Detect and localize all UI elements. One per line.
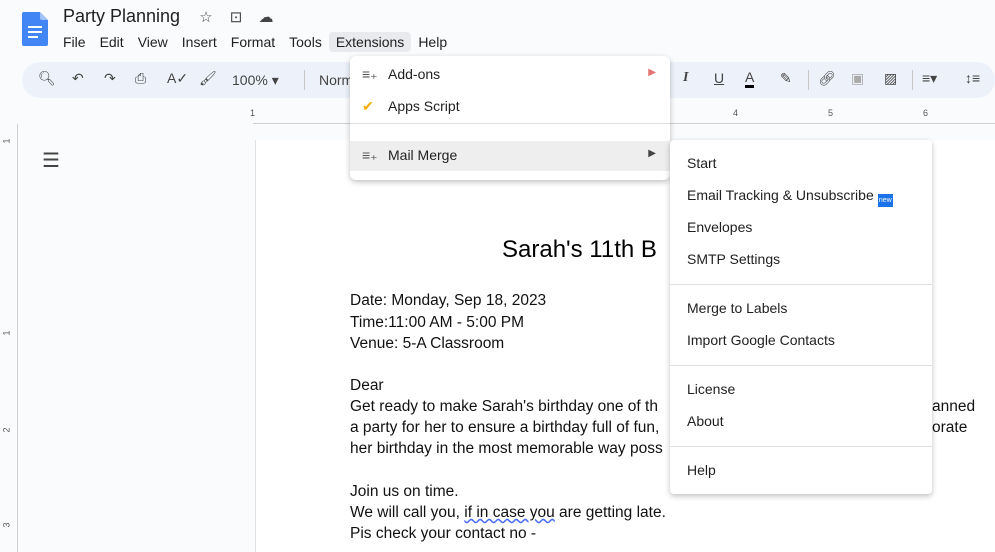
zoom-value: 100% — [232, 72, 268, 88]
submenu-item-smtp-settings[interactable]: SMTP Settings — [687, 251, 780, 267]
menu-edit[interactable]: Edit — [93, 32, 131, 52]
vertical-ruler[interactable] — [0, 124, 18, 552]
paragraph-style-select[interactable]: Norm — [319, 72, 353, 88]
menu-divider — [670, 365, 932, 366]
ruler-number: 4 — [733, 108, 739, 118]
italic-icon[interactable]: I — [683, 70, 688, 86]
menu-help[interactable]: Help — [411, 32, 454, 52]
menu-view[interactable]: View — [131, 32, 175, 52]
doc-paragraph-line: Get ready to make Sarah's birthday one o… — [350, 398, 658, 415]
vruler-number: 2 — [1, 427, 12, 433]
star-icon[interactable]: ☆ — [196, 8, 216, 26]
doc-call-post: are getting late. — [554, 504, 666, 521]
menu-insert[interactable]: Insert — [175, 32, 224, 52]
menu-file[interactable]: File — [56, 32, 93, 52]
ruler-number: 5 — [828, 108, 834, 118]
menu-divider — [670, 446, 932, 447]
submenu-item-start[interactable]: Start — [687, 155, 717, 171]
move-folder-icon[interactable]: ⊡ — [226, 8, 246, 26]
menu-item-label: Mail Merge — [388, 147, 458, 163]
submenu-item-envelopes[interactable]: Envelopes — [687, 219, 752, 235]
redo-icon[interactable]: ↷ — [104, 70, 116, 87]
doc-venue: Venue: 5-A Classroom — [350, 335, 505, 352]
submenu-item-license[interactable]: License — [687, 381, 735, 397]
doc-call-line: We will call you, if in case you are get… — [350, 504, 666, 522]
chevron-right-icon: ▶ — [648, 67, 656, 78]
doc-call-pre: We will call you, — [350, 504, 465, 521]
zoom-select[interactable]: 100% ▾ — [232, 72, 279, 89]
docs-logo-icon[interactable] — [22, 12, 48, 46]
menu-format[interactable]: Format — [224, 32, 282, 52]
submenu-item-about[interactable]: About — [687, 413, 724, 429]
undo-icon[interactable]: ↶ — [72, 70, 84, 87]
menu-item-label: Apps Script — [388, 98, 460, 114]
menu-item-apps-script[interactable]: ✔ Apps Script — [350, 92, 670, 122]
menu-item-mail-merge[interactable]: ≡₊ Mail Merge ▶ — [350, 141, 670, 171]
submenu-item-help[interactable]: Help — [687, 462, 716, 478]
vruler-number: 1 — [1, 330, 12, 336]
menu-tools[interactable]: Tools — [282, 32, 329, 52]
doc-dear: Dear — [350, 377, 384, 394]
underline-icon[interactable]: U — [714, 70, 724, 86]
apps-script-icon: ✔ — [362, 98, 374, 114]
print-icon[interactable]: ⎙ — [135, 70, 146, 87]
menu-extensions[interactable]: Extensions — [328, 32, 412, 52]
search-icon[interactable]: 🔍︎ — [38, 70, 56, 87]
doc-join: Join us on time. — [350, 483, 459, 500]
doc-contact: Pis check your contact no - — [350, 525, 537, 542]
submenu-item-label: Email Tracking & Unsubscribe — [687, 187, 874, 203]
submenu-item-email-tracking[interactable]: Email Tracking & Unsubscribe new — [687, 187, 893, 207]
menu-divider — [670, 284, 932, 285]
doc-paragraph-line-end: anned — [932, 398, 976, 415]
line-spacing-icon[interactable]: ↕≡ — [965, 70, 980, 86]
align-icon[interactable]: ≡▾ — [922, 70, 937, 87]
submenu-item-import-contacts[interactable]: Import Google Contacts — [687, 332, 835, 348]
vruler-number: 1 — [1, 138, 12, 144]
doc-call-flagged[interactable]: if in case you — [464, 504, 554, 521]
add-ons-icon: ≡₊ — [362, 66, 378, 82]
menu-bar: File Edit View Insert Format Tools Exten… — [56, 32, 454, 52]
doc-date: Date: Monday, Sep 18, 2023 — [350, 292, 547, 309]
mail-merge-submenu: Start Email Tracking & Unsubscribe new En… — [670, 140, 932, 494]
document-outline-icon[interactable]: ☰ — [42, 148, 60, 173]
menu-divider — [350, 123, 670, 124]
highlight-icon[interactable]: ✎ — [780, 70, 792, 87]
chevron-right-icon: ▶ — [648, 148, 656, 159]
cloud-status-icon[interactable]: ☁ — [256, 8, 276, 26]
document-heading: Sarah's 11th B — [502, 236, 657, 263]
document-title[interactable]: Party Planning — [63, 6, 180, 27]
doc-paragraph-line-end: orate — [932, 419, 968, 436]
doc-time: Time:11:00 AM - 5:00 PM — [350, 314, 525, 331]
extensions-menu: ≡₊ Add-ons ▶ ✔ Apps Script ≡₊ Mail Merge… — [350, 56, 670, 180]
comment-icon[interactable]: ▣ — [851, 70, 864, 87]
spellcheck-icon[interactable]: A✓ — [167, 70, 188, 87]
submenu-item-merge-to-labels[interactable]: Merge to Labels — [687, 300, 787, 316]
menu-item-add-ons[interactable]: ≡₊ Add-ons ▶ — [350, 60, 670, 90]
paint-format-icon[interactable]: 🖌︎ — [199, 70, 217, 87]
text-color-icon[interactable]: A — [745, 70, 755, 88]
doc-paragraph-line: a party for her to ensure a birthday ful… — [350, 419, 660, 436]
ruler-number: 6 — [923, 108, 929, 118]
vruler-number: 3 — [1, 522, 12, 528]
new-badge: new — [877, 194, 893, 207]
link-icon[interactable]: 🔗︎ — [818, 70, 836, 87]
mail-merge-icon: ≡₊ — [362, 147, 378, 163]
menu-item-label: Add-ons — [388, 66, 441, 82]
doc-paragraph-line: her birthday in the most memorable way p… — [350, 440, 663, 457]
image-icon[interactable]: ▨ — [884, 70, 897, 87]
ruler-number: 1 — [250, 108, 256, 118]
